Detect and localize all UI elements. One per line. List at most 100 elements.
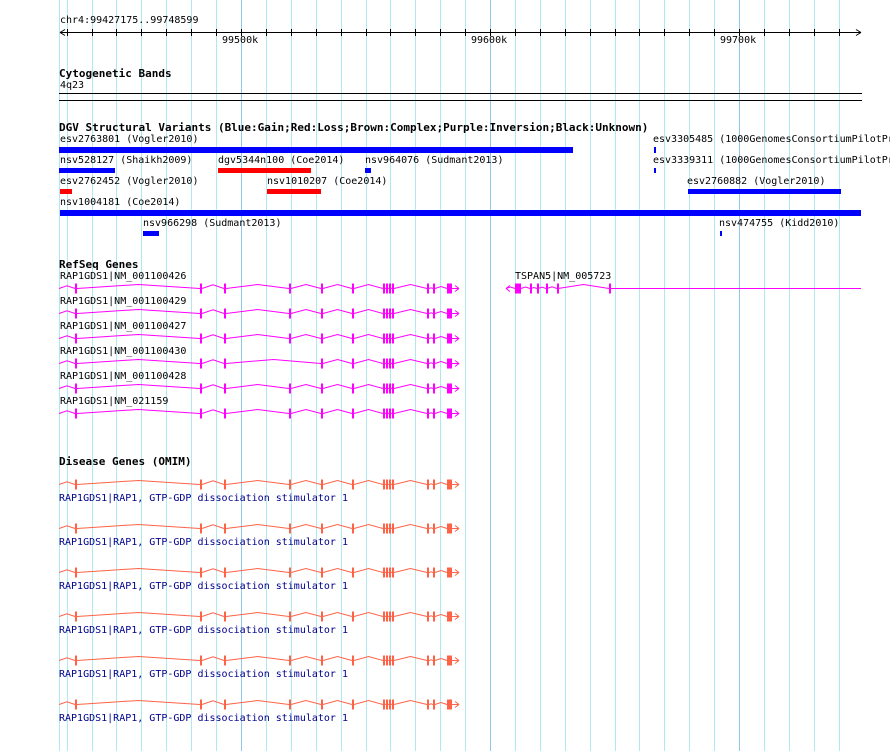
gene-exon [200,479,202,490]
gene-intron [58,358,459,364]
dgv-feature-label[interactable]: esv3305485 (1000GenomesConsortiumPilotPr [653,134,890,146]
omim-gene-label[interactable]: RAP1GDS1|RAP1, GTP-GDP dissociation stim… [59,713,348,725]
gene-exon [427,308,429,319]
gene-intron [58,308,459,314]
gene-exon [386,567,388,578]
gene-exon [321,611,323,622]
strand-arrow-icon [505,285,511,292]
gene-exon [200,308,202,319]
gene-exon [200,283,202,294]
omim-gene-label[interactable]: RAP1GDS1|RAP1, GTP-GDP dissociation stim… [59,537,348,549]
gene-exon [383,655,385,666]
gene-exon [386,333,388,344]
gene-intron [58,655,459,661]
track-title-cytoband[interactable]: Cytogenetic Bands [59,67,172,80]
gene-label[interactable]: TSPAN5|NM_005723 [515,271,611,283]
gene-exon [427,567,429,578]
gene-exon [224,479,226,490]
gene-label[interactable]: RAP1GDS1|NM_001100427 [60,321,186,333]
dgv-variant-bar [60,189,72,194]
dgv-variant-bar [365,168,371,173]
dgv-feature-label[interactable]: esv2763801 (Vogler2010) [60,134,198,146]
omim-gene-label[interactable]: RAP1GDS1|RAP1, GTP-GDP dissociation stim… [59,669,348,681]
gene-exon [352,383,354,394]
cytoband-label: 4q23 [60,80,85,91]
gene-exon [389,479,391,490]
gene-exon [200,655,202,666]
gene-exon [447,523,452,534]
gene-exon [447,383,452,394]
gene-exon [392,655,394,666]
omim-gene-label[interactable]: RAP1GDS1|RAP1, GTP-GDP dissociation stim… [59,581,348,593]
omim-gene-label[interactable]: RAP1GDS1|RAP1, GTP-GDP dissociation stim… [59,625,348,637]
gene-exon [321,567,323,578]
gene-intron [58,408,459,414]
gene-exon [386,283,388,294]
gene-exon [447,699,452,710]
dgv-feature-label[interactable]: esv3339311 (1000GenomesConsortiumPilotPr [653,155,890,167]
dgv-variant-bar [59,147,573,153]
dgv-feature-label[interactable]: nsv474755 (Kidd2010) [719,218,839,230]
gene-exon [289,333,291,344]
gene-exon [386,408,388,419]
gene-exon [447,333,452,344]
dgv-feature-label[interactable]: nsv966298 (Sudmant2013) [143,218,281,230]
gene-label[interactable]: RAP1GDS1|NM_001100426 [60,271,186,283]
gene-exon [224,283,226,294]
dgv-variant-bar [654,147,656,153]
dgv-feature-label[interactable]: nsv1010207 (Coe2014) [267,176,387,188]
gene-exon [433,699,435,710]
gene-exon [321,408,323,419]
gene-label[interactable]: RAP1GDS1|NM_001100428 [60,371,186,383]
gene-exon [321,308,323,319]
gene-exon [389,655,391,666]
gene-exon [389,308,391,319]
gene-exon [321,283,323,294]
gene-exon [289,699,291,710]
gene-exon [515,283,521,294]
gene-exon [352,567,354,578]
gene-label[interactable]: RAP1GDS1|NM_021159 [60,396,168,408]
gene-intron [58,333,459,339]
gene-exon [321,655,323,666]
gene-exon [75,699,77,710]
gene-exon [224,358,226,369]
omim-gene-label[interactable]: RAP1GDS1|RAP1, GTP-GDP dissociation stim… [59,493,348,505]
gene-exon [200,358,202,369]
dgv-feature-label[interactable]: nsv528127 (Shaikh2009) [60,155,192,167]
gene-exon [427,333,429,344]
gene-exon [383,523,385,534]
dgv-feature-label[interactable]: nsv964076 (Sudmant2013) [365,155,503,167]
gene-exon [224,383,226,394]
gene-exon [433,479,435,490]
gene-exon [447,479,452,490]
gene-exon [224,655,226,666]
track-title-dgv[interactable]: DGV Structural Variants (Blue:Gain;Red:L… [59,121,648,134]
gene-exon [447,358,452,369]
gene-exon [433,567,435,578]
dgv-feature-label[interactable]: esv2762452 (Vogler2010) [60,176,198,188]
dgv-feature-label[interactable]: esv2760882 (Vogler2010) [687,176,825,188]
track-title-refseq[interactable]: RefSeq Genes [59,258,138,271]
gene-label[interactable]: RAP1GDS1|NM_001100430 [60,346,186,358]
gene-label[interactable]: RAP1GDS1|NM_001100429 [60,296,186,308]
gene-exon [352,283,354,294]
track-title-omim[interactable]: Disease Genes (OMIM) [59,455,191,468]
gene-exon [383,308,385,319]
gene-exon [75,283,77,294]
dgv-variant-bar [267,189,321,194]
gene-exon [224,567,226,578]
gene-exon [200,408,202,419]
dgv-feature-label[interactable]: dgv5344n100 (Coe2014) [218,155,344,167]
gene-exon [75,523,77,534]
gene-exon [389,383,391,394]
dgv-variant-bar [654,168,656,173]
dgv-variant-bar [688,189,841,194]
gene-exon [224,523,226,534]
gene-exon [383,699,385,710]
dgv-feature-label[interactable]: nsv1004181 (Coe2014) [60,197,180,209]
gene-exon [352,479,354,490]
gene-exon [321,358,323,369]
gene-intron [58,523,459,529]
gene-intron [58,699,459,705]
